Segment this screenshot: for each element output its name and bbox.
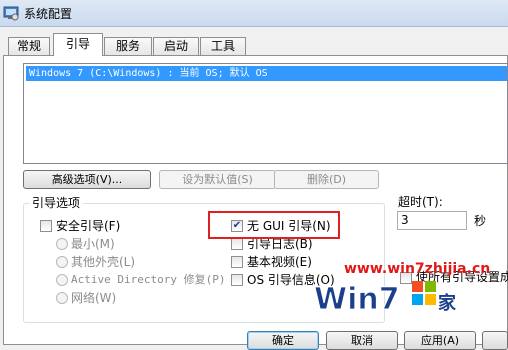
svg-text:Win7: Win7 bbox=[314, 282, 400, 317]
title-bar[interactable] bbox=[0, 0, 508, 27]
apply-button[interactable]: 应用(A) bbox=[404, 331, 476, 350]
boot-log-label: 引导日志(B) bbox=[247, 237, 313, 251]
timeout-input[interactable]: 3 bbox=[397, 211, 467, 230]
advanced-options-button[interactable]: 高级选项(V)... bbox=[23, 170, 151, 189]
os-list-item[interactable]: Windows 7 (C:\Windows) : 当前 OS; 默认 OS bbox=[26, 66, 507, 81]
tab-startup[interactable]: 启动 bbox=[153, 37, 199, 55]
minimal-label: 最小(M) bbox=[71, 237, 115, 251]
base-video-label: 基本视频(E) bbox=[247, 255, 312, 269]
active-directory-repair-label: Active Directory 修复(P) bbox=[71, 273, 226, 286]
safe-boot-label: 安全引导(F) bbox=[56, 219, 121, 233]
timeout-label: 超时(T): bbox=[398, 195, 443, 209]
ok-button[interactable]: 确定 bbox=[247, 331, 319, 350]
alternate-shell-label: 其他外壳(L) bbox=[71, 255, 136, 269]
window-title: 系统配置 bbox=[24, 7, 73, 21]
active-directory-repair-radio[interactable] bbox=[56, 274, 68, 286]
network-radio[interactable] bbox=[56, 292, 68, 304]
svg-text:家: 家 bbox=[438, 292, 457, 314]
minimal-radio[interactable] bbox=[56, 238, 68, 250]
os-boot-info-checkbox[interactable] bbox=[231, 274, 243, 286]
boot-log-checkbox[interactable] bbox=[231, 238, 243, 250]
base-video-checkbox[interactable] bbox=[231, 256, 243, 268]
cancel-button[interactable]: 取消 bbox=[326, 331, 398, 350]
safe-boot-checkbox[interactable] bbox=[40, 220, 52, 232]
tab-boot[interactable]: 引导 bbox=[53, 33, 103, 56]
help-button[interactable] bbox=[482, 331, 508, 350]
tab-tools[interactable]: 工具 bbox=[200, 37, 246, 55]
tab-services[interactable]: 服务 bbox=[104, 37, 152, 55]
network-label: 网络(W) bbox=[71, 291, 117, 305]
win7-logo: Win7 家 bbox=[314, 281, 457, 318]
tab-general[interactable]: 常规 bbox=[8, 37, 50, 55]
delete-button[interactable]: 删除(D) bbox=[274, 170, 379, 189]
highlight-box bbox=[208, 211, 340, 239]
set-default-button[interactable]: 设为默认值(S) bbox=[159, 170, 276, 189]
os-list[interactable]: Windows 7 (C:\Windows) : 当前 OS; 默认 OS bbox=[23, 63, 508, 164]
alternate-shell-radio[interactable] bbox=[56, 256, 68, 268]
system-config-icon bbox=[3, 6, 19, 21]
boot-options-label: 引导选项 bbox=[29, 194, 84, 211]
timeout-unit: 秒 bbox=[474, 214, 487, 228]
